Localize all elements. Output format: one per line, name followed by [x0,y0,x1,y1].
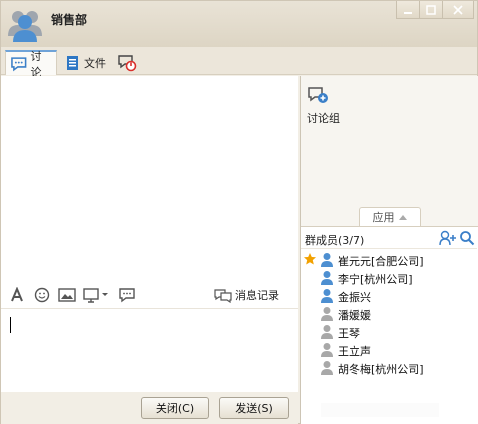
apps-tab[interactable]: 应用 [359,207,421,226]
star-icon [304,253,316,265]
message-icon [119,288,135,303]
member-item[interactable]: 崔元元[合肥公司] [301,251,477,269]
message-history-area[interactable] [1,76,298,282]
app-discussion-group[interactable]: 讨论组 [307,86,357,126]
close-window-button[interactable] [442,1,474,19]
member-item[interactable]: 王立声 [301,341,477,359]
tab-bar: 讨论 文件 [1,47,477,79]
member-item[interactable]: 王琴 [301,323,477,341]
member-list: 群成员(3/7) 崔元元[合肥公司] 李宁[杭州公司] 金振兴 潘媛媛 王琴 王… [301,226,478,424]
member-name: 李宁[杭州公司] [338,273,413,286]
tab-file-label: 文件 [84,56,106,70]
close-button[interactable]: 关闭(C) [141,397,209,419]
apps-tab-label: 应用 [372,211,395,224]
message-button[interactable] [118,286,136,304]
side-panel: 讨论组 应用 群成员(3/7) 崔元元[合肥公司] 李宁[杭州公司] 金振兴 潘… [300,76,478,424]
tab-discuss-label: 讨论 [30,49,42,79]
title-bar: 销售部 [1,1,477,47]
chevron-up-icon [398,215,407,220]
minimize-icon [404,11,412,14]
image-icon [58,288,76,302]
minimize-button[interactable] [396,1,420,19]
message-input[interactable] [1,308,298,392]
user-online-icon [321,253,333,267]
tab-discuss[interactable]: 讨论 [5,50,57,79]
member-name: 潘媛媛 [338,309,371,322]
message-history-label: 消息记录 [235,289,279,302]
member-name: 胡冬梅[杭州公司] [338,363,424,376]
document-icon [67,55,78,70]
user-offline-icon [321,343,333,357]
user-offline-icon [321,307,333,321]
app-discussion-label: 讨论组 [307,112,340,125]
apps-panel: 讨论组 应用 [301,76,478,226]
member-name: 金振兴 [338,291,371,304]
chat-window: 销售部 讨论 文件 消息记录 关闭(C) 发送(S) 讨论组 应用 群成员(3/… [0,0,478,424]
chat-bubble-icon [11,56,27,71]
emoji-icon [34,287,50,303]
chat-history-icon [214,289,232,303]
screenshot-icon [83,288,108,303]
add-discussion-icon [308,87,328,103]
group-avatar-icon[interactable] [7,6,43,42]
member-item[interactable]: 潘媛媛 [301,305,477,323]
member-list-header: 群成员(3/7) [301,227,477,249]
search-icon[interactable] [459,230,475,246]
tab-power[interactable] [113,50,143,75]
member-name: 王立声 [338,345,371,358]
maximize-button[interactable] [419,1,443,19]
screenshot-button[interactable] [82,286,110,304]
member-item[interactable]: 胡冬梅[杭州公司] [301,359,477,377]
power-icon [118,54,137,71]
user-offline-icon [321,361,333,375]
action-bar: 关闭(C) 发送(S) [1,392,298,424]
tab-file[interactable]: 文件 [61,50,111,75]
input-toolbar: 消息记录 [1,282,298,308]
text-caret [10,317,11,333]
member-count-title: 群成员(3/7) [305,234,365,247]
send-button[interactable]: 发送(S) [219,397,289,419]
font-button[interactable] [9,286,25,304]
user-offline-icon [321,325,333,339]
font-icon [11,287,23,302]
member-name: 崔元元[合肥公司] [338,255,424,268]
maximize-icon [426,4,436,15]
member-list-blank [321,403,439,417]
member-name: 王琴 [338,327,360,340]
emoji-button[interactable] [34,286,50,304]
user-online-icon [321,271,333,285]
add-member-icon[interactable] [439,230,457,246]
image-button[interactable] [58,286,76,304]
member-item[interactable]: 李宁[杭州公司] [301,269,477,287]
message-history-button[interactable]: 消息记录 [213,286,279,304]
window-title: 销售部 [51,13,88,27]
close-icon [453,4,463,15]
member-item[interactable]: 金振兴 [301,287,477,305]
user-online-icon [321,289,333,303]
